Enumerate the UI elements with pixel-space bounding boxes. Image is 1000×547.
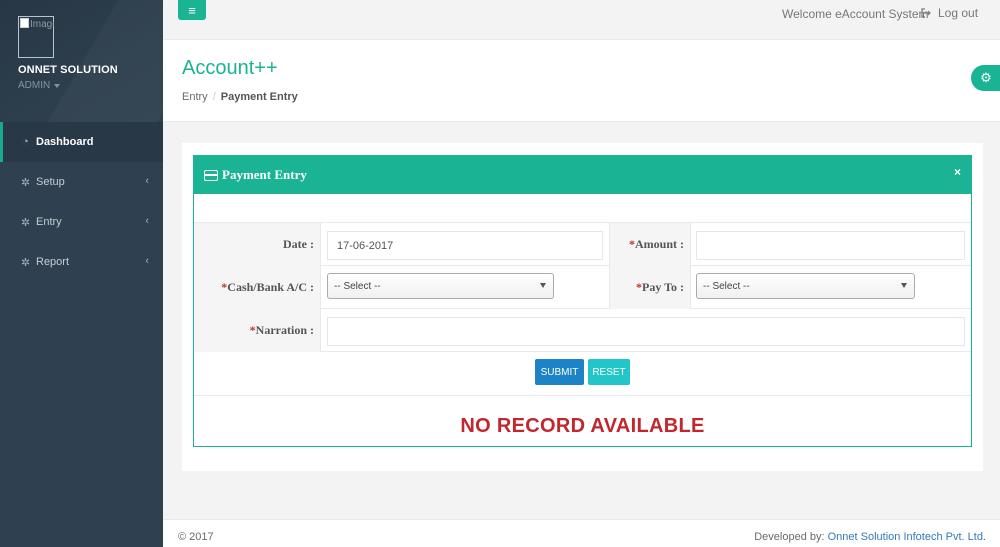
sidebar-item-label: Entry bbox=[36, 216, 62, 228]
chevron-left-icon: ‹ bbox=[145, 175, 149, 187]
broken-image-icon bbox=[20, 18, 29, 28]
narration-label-text: Narration : bbox=[255, 323, 314, 337]
chevron-left-icon: ‹ bbox=[145, 215, 149, 227]
panel-title: Payment Entry bbox=[222, 167, 307, 182]
narration-label: * Narration : bbox=[194, 309, 321, 352]
submit-button[interactable]: SUBMIT bbox=[535, 359, 584, 385]
form-actions: SUBMIT RESET bbox=[194, 352, 971, 396]
payto-select[interactable]: -- Select -- bbox=[696, 273, 915, 299]
sidebar-item-setup[interactable]: ✲ Setup ‹ bbox=[0, 162, 163, 202]
amount-label-text: Amount : bbox=[634, 237, 684, 251]
sidebar-item-label: Setup bbox=[36, 176, 65, 188]
role-label: ADMIN bbox=[18, 80, 51, 91]
date-label-text: Date : bbox=[283, 237, 314, 251]
breadcrumb: Entry / Payment Entry bbox=[182, 91, 298, 103]
reset-button[interactable]: RESET bbox=[588, 359, 630, 385]
gear-icon: ✲ bbox=[20, 176, 31, 189]
org-name: ONNET SOLUTION bbox=[18, 64, 118, 76]
dropdown-arrow-icon bbox=[540, 283, 546, 288]
sidebar-item-entry[interactable]: ✲ Entry ‹ bbox=[0, 202, 163, 242]
date-value: 17-06-2017 bbox=[337, 239, 394, 252]
developer-link[interactable]: Onnet Solution Infotech Pvt. Ltd. bbox=[828, 531, 986, 543]
avatar[interactable]: Image bbox=[18, 16, 54, 58]
cashbank-selected-value: -- Select -- bbox=[334, 280, 381, 292]
caret-down-icon bbox=[54, 83, 61, 88]
dashboard-icon: ◔ bbox=[22, 136, 29, 148]
avatar-alt-text: Image bbox=[30, 19, 54, 30]
panel-header: Payment Entry bbox=[194, 156, 971, 194]
credit-card-icon bbox=[204, 169, 218, 181]
amount-label: * Amount : bbox=[609, 223, 691, 266]
content-wrapper: Payment Entry × Date : 17-06-2017 * Amoun… bbox=[182, 143, 983, 471]
sidebar-item-label: Report bbox=[36, 256, 70, 268]
payto-label: * Pay To : bbox=[609, 266, 691, 309]
cashbank-label-text: Cash/Bank A/C : bbox=[227, 280, 314, 294]
settings-toggle-button[interactable]: ⚙ bbox=[971, 65, 1000, 91]
logout-link[interactable]: Log out bbox=[921, 6, 978, 20]
breadcrumb-entry[interactable]: Entry bbox=[182, 91, 208, 103]
breadcrumb-current: Payment Entry bbox=[220, 91, 298, 103]
copyright: © 2017 bbox=[178, 531, 214, 543]
developer-credit: Developed by: Onnet Solution Infotech Pv… bbox=[754, 531, 986, 543]
gear-icon: ✲ bbox=[20, 256, 31, 269]
profile-area: Image ONNET SOLUTION ADMIN bbox=[0, 0, 163, 122]
form-row-cashbank-payto: * Cash/Bank A/C : -- Select -- * Pay To : … bbox=[194, 266, 971, 309]
gears-icon: ⚙ bbox=[980, 70, 992, 85]
top-navbar: ≡ Welcome eAccount System Log out bbox=[163, 0, 1000, 40]
menu-toggle-button[interactable]: ≡ bbox=[178, 0, 206, 20]
page-heading: Account++ Entry / Payment Entry ⚙ bbox=[163, 40, 1000, 122]
payto-label-text: Pay To : bbox=[641, 280, 684, 294]
developed-by-label: Developed by: bbox=[754, 531, 828, 543]
amount-input[interactable] bbox=[696, 231, 965, 260]
dropdown-arrow-icon bbox=[901, 283, 907, 288]
footer: © 2017 Developed by: Onnet Solution Info… bbox=[163, 519, 1000, 547]
gear-icon: ✲ bbox=[20, 216, 31, 229]
narration-input[interactable] bbox=[327, 317, 965, 346]
form-row-date-amount: Date : 17-06-2017 * Amount : bbox=[194, 223, 971, 266]
sidebar-item-label: Dashboard bbox=[36, 136, 94, 148]
payto-selected-value: -- Select -- bbox=[703, 280, 750, 292]
close-icon[interactable]: × bbox=[954, 165, 961, 179]
panel-spacer bbox=[194, 194, 971, 223]
sidebar-item-report[interactable]: ✲ Report ‹ bbox=[0, 242, 163, 282]
chevron-left-icon: ‹ bbox=[145, 255, 149, 267]
hamburger-icon: ≡ bbox=[188, 2, 196, 18]
sidebar: Image ONNET SOLUTION ADMIN ◔ Dashboard ✲… bbox=[0, 0, 163, 547]
welcome-message: Welcome eAccount System bbox=[782, 7, 929, 21]
logout-label: Log out bbox=[938, 6, 979, 20]
sign-out-icon bbox=[921, 8, 931, 18]
sidebar-item-dashboard[interactable]: ◔ Dashboard bbox=[0, 122, 163, 162]
payment-entry-panel: Payment Entry × Date : 17-06-2017 * Amoun… bbox=[193, 155, 972, 447]
empty-state-message: NO RECORD AVAILABLE bbox=[460, 415, 705, 437]
date-input[interactable]: 17-06-2017 bbox=[327, 231, 603, 260]
page-title: Account++ bbox=[182, 57, 278, 79]
date-label: Date : bbox=[194, 223, 321, 266]
form-row-narration: * Narration : bbox=[194, 309, 971, 352]
role-dropdown[interactable]: ADMIN bbox=[18, 80, 61, 91]
cashbank-select[interactable]: -- Select -- bbox=[327, 273, 554, 299]
breadcrumb-separator: / bbox=[212, 91, 216, 103]
cashbank-label: * Cash/Bank A/C : bbox=[194, 266, 321, 309]
